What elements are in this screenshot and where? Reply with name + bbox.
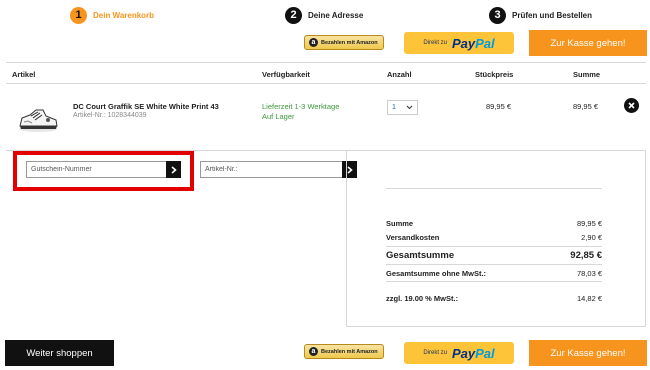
availability-stock: Auf Lager xyxy=(262,112,295,121)
article-number-field[interactable] xyxy=(200,161,343,178)
summary-divider xyxy=(386,281,602,282)
paypal-button-top[interactable]: Direkt zu PayPal xyxy=(404,32,514,54)
step-number: 2 xyxy=(285,6,302,24)
header-article: Artikel xyxy=(12,70,36,79)
subtotal-value: 89,95 € xyxy=(576,219,602,228)
paypal-prefix: Direkt zu xyxy=(423,350,447,356)
amazon-icon: a xyxy=(309,347,318,356)
continue-shopping-button[interactable]: Weiter shoppen xyxy=(5,340,114,366)
subtotal-label: Summe xyxy=(386,219,414,228)
close-icon xyxy=(628,102,635,109)
net-total-value: 78,03 € xyxy=(576,269,602,278)
header-total: Summe xyxy=(573,70,601,79)
header-unit-price: Stückpreis xyxy=(475,70,514,79)
grand-total-label: Gesamtsumme xyxy=(386,250,455,261)
net-total-label: Gesamtsumme ohne MwSt.: xyxy=(386,269,487,278)
product-name[interactable]: DC Court Graffik SE White White Print 43 xyxy=(73,102,219,111)
article-number-input[interactable] xyxy=(201,162,342,177)
unit-price: 89,95 € xyxy=(486,102,512,111)
availability-time: Lieferzeit 1-3 Werktage xyxy=(262,102,340,111)
paypal-logo: PayPal xyxy=(452,35,495,51)
shipping-label: Versandkosten xyxy=(386,233,440,242)
voucher-submit-button[interactable] xyxy=(166,161,181,178)
vat-label: zzgl. 19.00 % MwSt.: xyxy=(386,294,459,303)
product-image[interactable] xyxy=(16,98,60,136)
amazon-pay-label: Bezahlen mit Amazon xyxy=(321,348,378,355)
step-label: Dein Warenkorb xyxy=(93,10,155,20)
step-review: 3 Prüfen und Bestellen xyxy=(489,6,592,24)
step-number: 3 xyxy=(489,6,506,24)
amazon-icon: a xyxy=(309,38,318,47)
paypal-logo: PayPal xyxy=(452,345,495,361)
paypal-prefix: Direkt zu xyxy=(423,40,447,46)
voucher-field[interactable] xyxy=(26,161,167,178)
step-cart: 1 Dein Warenkorb xyxy=(70,6,154,24)
quantity-value: 1 xyxy=(392,104,396,111)
checkout-button-bottom[interactable]: Zur Kasse gehen! xyxy=(529,340,647,366)
step-label: Prüfen und Bestellen xyxy=(512,10,593,20)
step-label: Deine Adresse xyxy=(308,10,364,20)
amazon-pay-button-top[interactable]: a Bezahlen mit Amazon xyxy=(304,35,384,50)
header-availability: Verfügbarkeit xyxy=(262,70,310,79)
line-total: 89,95 € xyxy=(573,102,599,111)
paypal-button-bottom[interactable]: Direkt zu PayPal xyxy=(404,342,514,364)
voucher-input[interactable] xyxy=(27,162,166,177)
remove-item-button[interactable] xyxy=(624,98,639,113)
summary-divider xyxy=(386,264,602,265)
quantity-select[interactable]: 1 xyxy=(387,100,418,115)
header-quantity: Anzahl xyxy=(387,70,412,79)
step-address: 2 Deine Adresse xyxy=(285,6,363,24)
shoe-icon xyxy=(19,109,58,132)
product-sku: Artikel-Nr.: 1028344039 xyxy=(73,112,147,119)
summary-divider xyxy=(386,188,602,189)
grand-total-value: 92,85 € xyxy=(570,250,602,261)
summary-divider xyxy=(386,246,602,247)
divider xyxy=(6,83,646,84)
vat-value: 14,82 € xyxy=(576,294,602,303)
chevron-right-icon xyxy=(170,165,177,174)
divider xyxy=(6,62,646,63)
chevron-down-icon xyxy=(406,105,413,110)
amazon-pay-label: Bezahlen mit Amazon xyxy=(321,39,378,46)
checkout-button-top[interactable]: Zur Kasse gehen! xyxy=(529,30,647,56)
amazon-pay-button-bottom[interactable]: a Bezahlen mit Amazon xyxy=(304,344,384,359)
shipping-value: 2,90 € xyxy=(581,233,602,242)
step-number: 1 xyxy=(70,6,87,24)
